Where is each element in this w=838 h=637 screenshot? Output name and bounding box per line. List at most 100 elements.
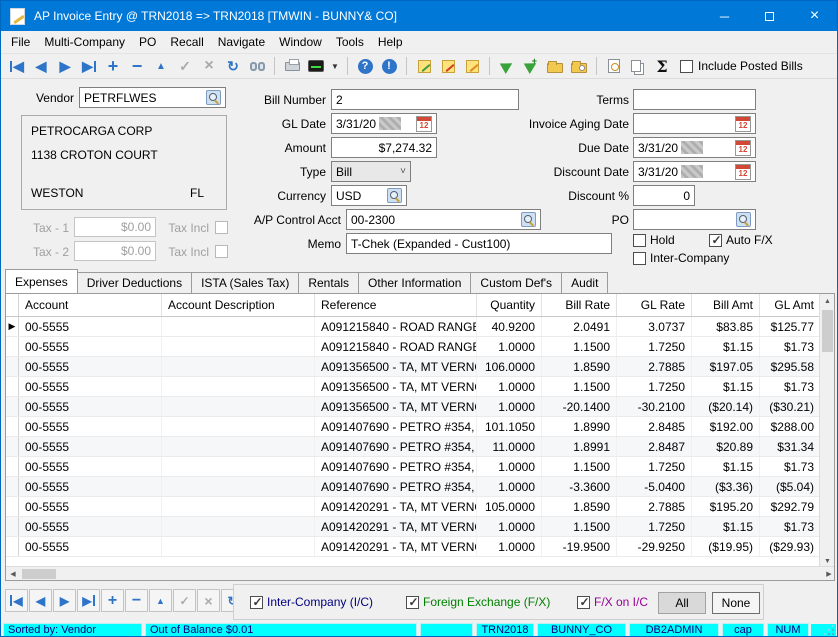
monitor-dropdown-icon[interactable]: ▼ bbox=[330, 56, 340, 76]
save-icon[interactable]: ✓ bbox=[175, 56, 195, 76]
table-row[interactable]: 00-5555A091420291 - TA, MT VERNON1.00001… bbox=[6, 517, 834, 537]
menu-window[interactable]: Window bbox=[272, 31, 329, 53]
cell-account[interactable]: 00-5555 bbox=[19, 417, 162, 436]
find-binoculars-icon[interactable] bbox=[247, 56, 267, 76]
gl-date-calendar-icon[interactable] bbox=[416, 116, 432, 132]
include-posted-bills-checkbox[interactable] bbox=[680, 60, 693, 73]
print-icon[interactable] bbox=[282, 56, 302, 76]
col-reference[interactable]: Reference bbox=[315, 294, 477, 316]
resize-grip[interactable] bbox=[811, 624, 836, 637]
table-row[interactable]: 00-5555A091407690 - PETRO #354, JO11.000… bbox=[6, 437, 834, 457]
cell-account-description[interactable] bbox=[162, 477, 315, 496]
cell-reference[interactable]: A091356500 - TA, MT VERNON bbox=[315, 397, 477, 416]
cell-account-description[interactable] bbox=[162, 357, 315, 376]
cell-bill-rate[interactable]: 1.8590 bbox=[542, 357, 617, 376]
cell-account-description[interactable] bbox=[162, 377, 315, 396]
all-button[interactable]: All bbox=[658, 592, 706, 614]
row-marker[interactable] bbox=[6, 537, 19, 556]
cell-gl-amt[interactable]: $288.00 bbox=[760, 417, 821, 436]
cell-reference[interactable]: A091407690 - PETRO #354, JO bbox=[315, 417, 477, 436]
previous-record-icon[interactable]: ◀ bbox=[31, 56, 51, 76]
horizontal-scroll-thumb[interactable] bbox=[22, 569, 56, 579]
tab-rentals[interactable]: Rentals bbox=[298, 272, 359, 293]
cell-bill-rate[interactable]: 2.0491 bbox=[542, 317, 617, 336]
invoice-aging-date-input[interactable] bbox=[633, 113, 756, 134]
type-select[interactable]: Bill˅ bbox=[331, 161, 411, 182]
cell-account-description[interactable] bbox=[162, 317, 315, 336]
cell-gl-rate[interactable]: 2.8487 bbox=[617, 437, 692, 456]
cell-bill-amt[interactable]: $1.15 bbox=[692, 377, 760, 396]
delete-record-icon[interactable]: − bbox=[127, 56, 147, 76]
menu-recall[interactable]: Recall bbox=[163, 31, 210, 53]
cell-bill-amt[interactable]: $192.00 bbox=[692, 417, 760, 436]
tab-driver-deductions[interactable]: Driver Deductions bbox=[77, 272, 192, 293]
move-up-icon[interactable]: ▲ bbox=[151, 56, 171, 76]
note-orange-icon[interactable] bbox=[462, 56, 482, 76]
discount-pct-input[interactable]: 0 bbox=[633, 185, 695, 206]
note-red-icon[interactable] bbox=[438, 56, 458, 76]
close-icon[interactable]: × bbox=[792, 1, 837, 31]
cell-bill-rate[interactable]: 1.8991 bbox=[542, 437, 617, 456]
add-record-icon[interactable]: + bbox=[103, 56, 123, 76]
cell-reference[interactable]: A091420291 - TA, MT VERNON bbox=[315, 537, 477, 556]
row-marker[interactable] bbox=[6, 377, 19, 396]
menu-po[interactable]: PO bbox=[132, 31, 163, 53]
tab-expenses[interactable]: Expenses bbox=[5, 269, 78, 293]
nav-cancel-button[interactable]: × bbox=[197, 589, 220, 612]
table-row[interactable]: 00-5555A091356500 - TA, MT VERNON1.0000-… bbox=[6, 397, 834, 417]
cell-gl-amt[interactable]: $1.73 bbox=[760, 337, 821, 356]
cell-bill-amt[interactable]: $1.15 bbox=[692, 457, 760, 476]
vertical-scrollbar[interactable]: ▲ ▼ bbox=[819, 294, 834, 568]
discount-date-calendar-icon[interactable] bbox=[735, 164, 751, 180]
cell-quantity[interactable]: 101.1050 bbox=[477, 417, 542, 436]
menu-navigate[interactable]: Navigate bbox=[211, 31, 272, 53]
row-marker[interactable] bbox=[6, 397, 19, 416]
cell-quantity[interactable]: 40.9200 bbox=[477, 317, 542, 336]
cell-gl-rate[interactable]: -29.9250 bbox=[617, 537, 692, 556]
first-record-icon[interactable]: ◀ bbox=[7, 56, 27, 76]
cell-quantity[interactable]: 1.0000 bbox=[477, 457, 542, 476]
last-record-icon[interactable]: ▶ bbox=[79, 56, 99, 76]
cell-bill-amt[interactable]: $83.85 bbox=[692, 317, 760, 336]
row-marker[interactable] bbox=[6, 417, 19, 436]
cell-quantity[interactable]: 1.0000 bbox=[477, 397, 542, 416]
table-row[interactable]: ▶00-5555A091215840 - ROAD RANGER40.92002… bbox=[6, 317, 834, 337]
cell-bill-amt[interactable]: $1.15 bbox=[692, 517, 760, 536]
row-marker[interactable] bbox=[6, 337, 19, 356]
cell-gl-amt[interactable]: $31.34 bbox=[760, 437, 821, 456]
cell-reference[interactable]: A091420291 - TA, MT VERNON bbox=[315, 517, 477, 536]
cell-bill-rate[interactable]: -20.1400 bbox=[542, 397, 617, 416]
cell-account[interactable]: 00-5555 bbox=[19, 377, 162, 396]
table-row[interactable]: 00-5555 A091407690 - PETRO #354, JO101.10… bbox=[6, 417, 834, 437]
cell-account-description[interactable] bbox=[162, 417, 315, 436]
tab-ista-sales-tax[interactable]: ISTA (Sales Tax) bbox=[191, 272, 299, 293]
cell-reference[interactable]: A091407690 - PETRO #354, JO bbox=[315, 477, 477, 496]
cell-bill-rate[interactable]: 1.1500 bbox=[542, 377, 617, 396]
po-input[interactable] bbox=[633, 209, 756, 230]
tax2-input[interactable]: $0.00 bbox=[74, 241, 156, 261]
cell-gl-amt[interactable]: ($5.04) bbox=[760, 477, 821, 496]
cell-account[interactable]: 00-5555 bbox=[19, 537, 162, 556]
tab-other-information[interactable]: Other Information bbox=[358, 272, 471, 293]
table-row[interactable]: 00-5555A091356500 - TA, MT VERNON106.000… bbox=[6, 357, 834, 377]
cell-gl-rate[interactable]: 1.7250 bbox=[617, 457, 692, 476]
cell-reference[interactable]: A091420291 - TA, MT VERNON bbox=[315, 497, 477, 516]
cell-bill-rate[interactable]: -19.9500 bbox=[542, 537, 617, 556]
row-marker[interactable] bbox=[6, 517, 19, 536]
menu-multi-company[interactable]: Multi-Company bbox=[37, 31, 132, 53]
table-row[interactable]: 00-5555A091215840 - ROAD RANGER1.00001.1… bbox=[6, 337, 834, 357]
minimize-icon[interactable]: ─ bbox=[702, 1, 747, 31]
scroll-right-icon[interactable]: ▶ bbox=[822, 567, 835, 581]
next-record-icon[interactable]: ▶ bbox=[55, 56, 75, 76]
cell-bill-rate[interactable]: 1.1500 bbox=[542, 517, 617, 536]
nav-up-button[interactable]: ▲ bbox=[149, 589, 172, 612]
vendor-lookup-icon[interactable] bbox=[206, 90, 221, 105]
col-account-description[interactable]: Account Description bbox=[162, 294, 315, 316]
cell-reference[interactable]: A091356500 - TA, MT VERNON bbox=[315, 377, 477, 396]
row-marker[interactable] bbox=[6, 477, 19, 496]
cell-account[interactable]: 00-5555 bbox=[19, 517, 162, 536]
about-icon[interactable]: ! bbox=[379, 56, 399, 76]
cell-reference[interactable]: A091356500 - TA, MT VERNON bbox=[315, 357, 477, 376]
cell-gl-amt[interactable]: $1.73 bbox=[760, 457, 821, 476]
cell-quantity[interactable]: 1.0000 bbox=[477, 377, 542, 396]
